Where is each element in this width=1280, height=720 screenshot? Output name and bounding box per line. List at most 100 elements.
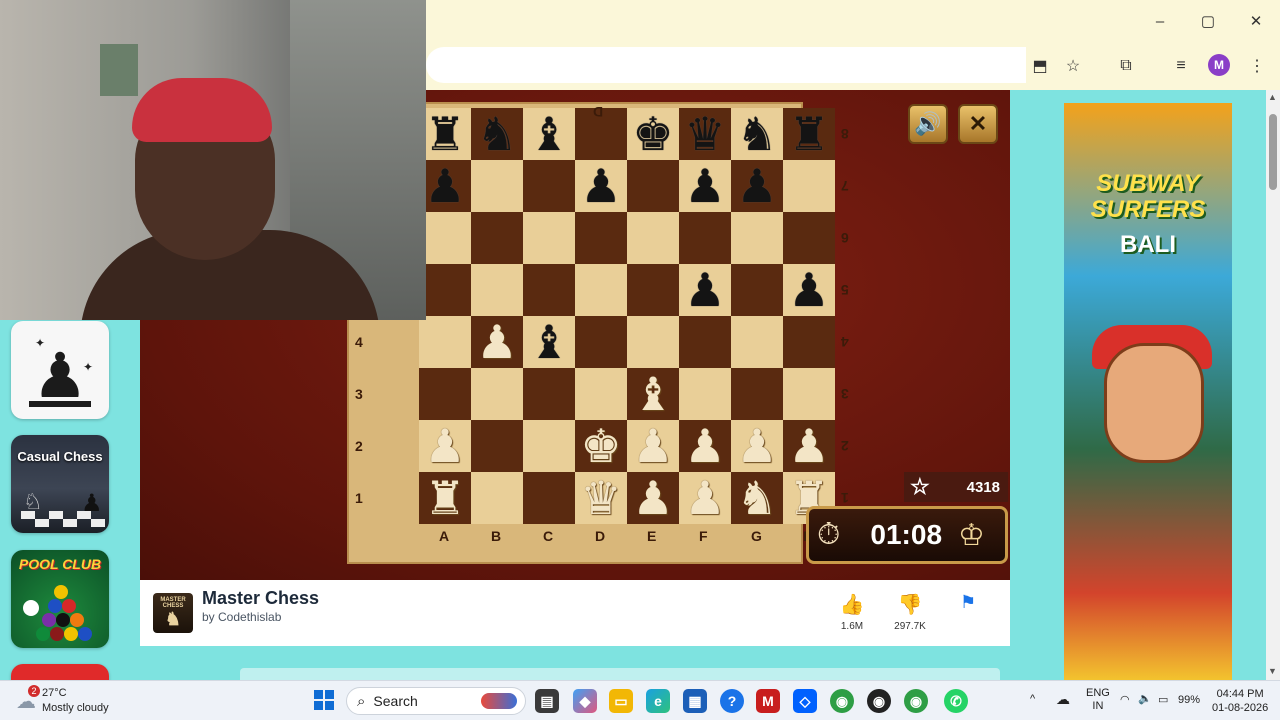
dislike-button[interactable]: 👎 297.7K	[885, 592, 935, 632]
square-c6[interactable]	[523, 212, 575, 264]
pool-club-card[interactable]: POOL CLUB	[11, 550, 109, 648]
help-icon[interactable]: ?	[720, 689, 744, 713]
chrome-other-icon[interactable]: ◉	[904, 689, 928, 713]
extensions-puzzle-icon[interactable]: ⧉	[1114, 54, 1138, 78]
square-d6[interactable]	[575, 212, 627, 264]
square-g6[interactable]	[731, 212, 783, 264]
black-pawn-icon[interactable]: ♟	[419, 160, 471, 212]
white-rook-icon[interactable]: ♜	[419, 472, 471, 524]
square-d3[interactable]	[575, 368, 627, 420]
square-f4[interactable]	[679, 316, 731, 368]
black-rook-icon[interactable]: ♜	[783, 108, 835, 160]
profile-avatar[interactable]: M	[1208, 54, 1230, 76]
taskbar-search[interactable]: ⌕ Search	[346, 687, 526, 715]
square-b5[interactable]	[471, 264, 523, 316]
file-explorer-icon[interactable]: ▤	[535, 689, 559, 713]
white-pawn-icon[interactable]: ♟	[627, 472, 679, 524]
square-c3[interactable]	[523, 368, 575, 420]
black-pawn-icon[interactable]: ♟	[731, 160, 783, 212]
language-indicator[interactable]: ENG IN	[1086, 687, 1110, 713]
scroll-down-icon[interactable]: ▼	[1268, 666, 1277, 676]
square-b7[interactable]	[471, 160, 523, 212]
install-app-icon[interactable]: ⬒	[1028, 54, 1052, 78]
black-queen-icon[interactable]: ♛	[679, 108, 731, 160]
square-c1[interactable]	[523, 472, 575, 524]
wifi-icon[interactable]: ◠	[1120, 693, 1130, 706]
more-menu-icon[interactable]: ⋮	[1245, 54, 1269, 78]
like-button[interactable]: 👍 1.6M	[827, 592, 877, 632]
square-e6[interactable]	[627, 212, 679, 264]
bookmark-star-icon[interactable]: ☆	[1061, 54, 1085, 78]
report-flag-icon[interactable]: ⚑	[960, 592, 976, 613]
black-rook-icon[interactable]: ♜	[419, 108, 471, 160]
square-g4[interactable]	[731, 316, 783, 368]
square-f6[interactable]	[679, 212, 731, 264]
white-pawn-icon[interactable]: ♟	[679, 472, 731, 524]
black-king-icon[interactable]: ♚	[627, 108, 679, 160]
square-h7[interactable]	[783, 160, 835, 212]
partial-game-card[interactable]	[11, 664, 109, 680]
square-b2[interactable]	[471, 420, 523, 472]
black-pawn-icon[interactable]: ♟	[575, 160, 627, 212]
scroll-thumb[interactable]	[1269, 114, 1277, 190]
white-bishop-icon[interactable]: ♝	[627, 368, 679, 420]
square-e7[interactable]	[627, 160, 679, 212]
minimize-button[interactable]: –	[1140, 8, 1180, 34]
square-b1[interactable]	[471, 472, 523, 524]
system-clock[interactable]: 04:44 PM 01-08-2026	[1212, 687, 1268, 715]
square-e5[interactable]	[627, 264, 679, 316]
start-button[interactable]	[314, 690, 334, 710]
black-pawn-icon[interactable]: ♟	[679, 264, 731, 316]
page-scrollbar[interactable]: ▲ ▼	[1266, 90, 1280, 680]
black-knight-icon[interactable]: ♞	[731, 108, 783, 160]
dropbox-icon[interactable]: ◇	[793, 689, 817, 713]
square-h4[interactable]	[783, 316, 835, 368]
show-hidden-icons[interactable]: ^	[1030, 693, 1035, 705]
white-pawn-icon[interactable]: ♟	[679, 420, 731, 472]
edge-icon[interactable]: e	[646, 689, 670, 713]
square-d5[interactable]	[575, 264, 627, 316]
white-pawn-icon[interactable]: ♟	[627, 420, 679, 472]
square-c2[interactable]	[523, 420, 575, 472]
sound-button[interactable]: 🔊	[908, 104, 948, 144]
volume-icon[interactable]: 🔈	[1138, 692, 1152, 705]
chessboard[interactable]: ♜♞♝♚♛♞♜♟♟♟♟♟♟♟♝♝♟♚♟♟♟♟♜♛♟♟♞♜ABCDEFGHD887…	[355, 104, 849, 548]
black-bishop-icon[interactable]: ♝	[523, 108, 575, 160]
copilot-icon[interactable]: ◆	[573, 689, 597, 713]
close-window-button[interactable]: ✕	[1236, 8, 1276, 34]
whatsapp-icon[interactable]: ✆	[944, 689, 968, 713]
black-pawn-icon[interactable]: ♟	[679, 160, 731, 212]
square-a4[interactable]	[419, 316, 471, 368]
square-c5[interactable]	[523, 264, 575, 316]
exit-game-button[interactable]: ✕	[958, 104, 998, 144]
subway-surfers-ad[interactable]: SUBWAY SURFERS BALI	[1064, 103, 1232, 680]
square-c7[interactable]	[523, 160, 575, 212]
casual-chess-card[interactable]: Casual Chess ♘ ♟	[11, 435, 109, 533]
maximize-button[interactable]: ▢	[1188, 8, 1228, 34]
white-pawn-icon[interactable]: ♟	[731, 420, 783, 472]
black-bishop-icon[interactable]: ♝	[523, 316, 575, 368]
black-knight-icon[interactable]: ♞	[471, 108, 523, 160]
white-queen-icon[interactable]: ♛	[575, 472, 627, 524]
square-d4[interactable]	[575, 316, 627, 368]
white-pawn-icon[interactable]: ♟	[471, 316, 523, 368]
square-a3[interactable]	[419, 368, 471, 420]
square-h3[interactable]	[783, 368, 835, 420]
media-control-icon[interactable]: ≡	[1169, 54, 1193, 78]
square-a5[interactable]	[419, 264, 471, 316]
folder-icon[interactable]: ▭	[609, 689, 633, 713]
square-e4[interactable]	[627, 316, 679, 368]
square-h6[interactable]	[783, 212, 835, 264]
white-knight-icon[interactable]: ♞	[731, 472, 783, 524]
battery-icon[interactable]: ▭	[1158, 693, 1168, 706]
store-icon[interactable]: ▦	[683, 689, 707, 713]
white-pawn-icon[interactable]: ♟	[783, 420, 835, 472]
square-a6[interactable]	[419, 212, 471, 264]
scroll-up-icon[interactable]: ▲	[1268, 92, 1277, 102]
square-b6[interactable]	[471, 212, 523, 264]
square-f3[interactable]	[679, 368, 731, 420]
white-king-icon[interactable]: ♚	[575, 420, 627, 472]
square-g5[interactable]	[731, 264, 783, 316]
square-g3[interactable]	[731, 368, 783, 420]
onedrive-cloud-icon[interactable]: ☁	[1056, 691, 1070, 708]
